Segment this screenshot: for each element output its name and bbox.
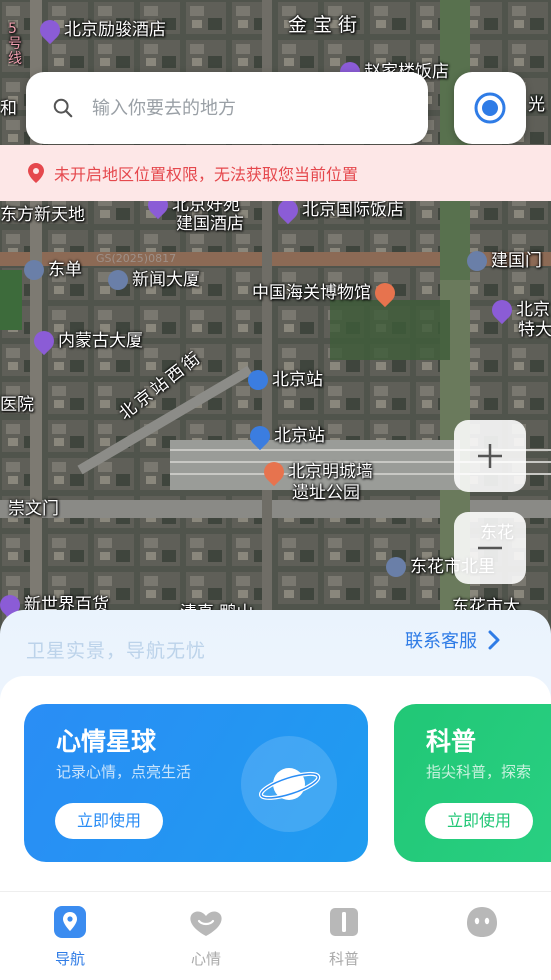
metro-line-label: 5号线 xyxy=(8,21,22,67)
poi-station-metro[interactable]: 北京站 xyxy=(248,365,323,390)
metro-icon xyxy=(24,260,44,280)
poi-jianguomen[interactable]: 建国门 xyxy=(467,246,542,271)
tab-label: 科普 xyxy=(328,950,359,968)
map-label: 光 xyxy=(528,95,545,115)
metro-icon xyxy=(467,251,487,271)
profile-face-icon xyxy=(467,907,497,937)
tab-science[interactable]: 科普 xyxy=(304,892,384,980)
contact-service-link[interactable]: 联系客服 xyxy=(405,627,503,653)
feature-cards: 心情星球 记录心情，点亮生活 立即使用 科普 指尖科普，探索 立即使用 xyxy=(0,676,551,891)
book-icon xyxy=(330,908,358,936)
tab-profile[interactable] xyxy=(442,892,522,980)
park-icon xyxy=(259,457,289,487)
card-subtitle: 记录心情，点亮生活 xyxy=(56,763,192,781)
metro-icon xyxy=(248,370,268,390)
heart-smile-icon xyxy=(190,911,222,936)
poi-dongdan[interactable]: 东单 xyxy=(24,255,82,280)
minus-icon xyxy=(478,546,502,550)
map-watermark: GS(2025)0817 xyxy=(96,252,177,265)
location-permission-warning: 未开启地区位置权限，无法获取您当前位置 xyxy=(0,145,551,201)
map-label: 崇文门 xyxy=(8,499,59,519)
locate-button[interactable] xyxy=(454,72,526,144)
contact-label: 联系客服 xyxy=(405,631,477,652)
building-icon xyxy=(386,557,406,577)
poi-ming-wall[interactable]: 北京明城墙 遗址公园 xyxy=(259,457,373,504)
tab-label: 心情 xyxy=(190,950,221,968)
poi-inner-mongolia[interactable]: 内蒙古大厦 xyxy=(29,326,143,356)
zoom-in-button[interactable] xyxy=(454,420,526,492)
tab-mood[interactable]: 心情 xyxy=(166,892,246,980)
card-subtitle: 指尖科普，探索 xyxy=(426,763,532,781)
train-icon xyxy=(245,421,275,451)
search-input[interactable] xyxy=(90,96,394,120)
street-label: 金宝街 xyxy=(288,14,364,36)
card-title: 心情星球 xyxy=(56,727,157,756)
map-label: 和 xyxy=(0,99,17,119)
poi-dongfang[interactable]: 东方新天地 xyxy=(0,200,85,225)
locate-icon xyxy=(474,92,506,124)
card-title: 科普 xyxy=(426,727,477,756)
use-now-button[interactable]: 立即使用 xyxy=(55,803,163,839)
search-icon xyxy=(53,98,73,118)
tab-label: 导航 xyxy=(54,950,85,968)
poi-hotel-lijun[interactable]: 北京励骏酒店 xyxy=(35,15,166,45)
location-pin-icon xyxy=(28,163,44,183)
zoom-out-button[interactable] xyxy=(454,512,526,584)
use-now-button[interactable]: 立即使用 xyxy=(425,803,533,839)
warning-text: 未开启地区位置权限，无法获取您当前位置 xyxy=(54,165,359,184)
planet-icon xyxy=(241,736,337,832)
slogan: 卫星实景，导航无忧 xyxy=(26,640,207,662)
bottom-tab-bar: 导航 心情 科普 xyxy=(0,891,551,980)
card-science[interactable]: 科普 指尖科普，探索 立即使用 xyxy=(394,704,551,862)
chevron-right-icon xyxy=(488,630,500,650)
poi-beijing-station[interactable]: 北京站 xyxy=(245,421,325,451)
museum-icon xyxy=(370,278,400,308)
navigation-icon xyxy=(54,906,86,938)
poi-customs-museum[interactable]: 中国海关博物馆 xyxy=(252,278,400,308)
poi-news-building[interactable]: 新闻大厦 xyxy=(108,265,200,290)
search-bar[interactable] xyxy=(26,72,428,144)
plus-icon xyxy=(478,444,502,468)
map-label: 医院 xyxy=(0,395,34,415)
hotel-icon xyxy=(35,15,65,45)
hotel-icon xyxy=(29,326,59,356)
tab-navigation[interactable]: 导航 xyxy=(30,892,110,980)
building-icon xyxy=(108,270,128,290)
poi-te-da[interactable]: 北京 特大 xyxy=(487,295,551,340)
card-mood-planet[interactable]: 心情星球 记录心情，点亮生活 立即使用 xyxy=(24,704,368,862)
